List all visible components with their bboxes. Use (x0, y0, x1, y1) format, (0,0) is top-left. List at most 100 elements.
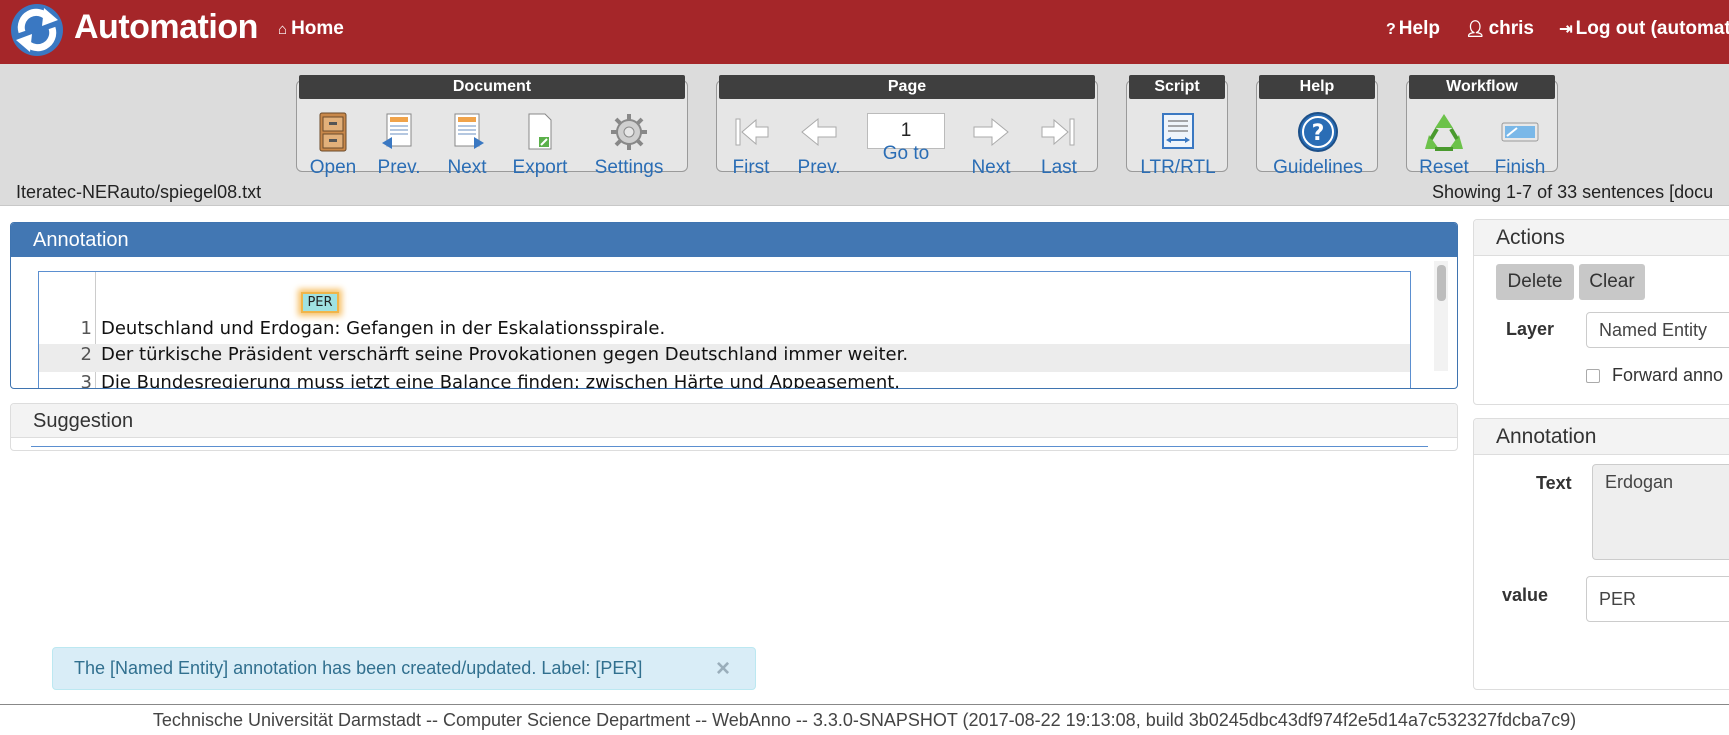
open-button[interactable]: Open (307, 111, 359, 179)
finish-icon (1501, 122, 1539, 142)
annotation-scrollbar[interactable] (1434, 261, 1448, 371)
footer: Technische Universität Darmstadt -- Comp… (0, 704, 1729, 735)
document-group-title: Document (299, 75, 685, 99)
workflow-group-title: Workflow (1409, 75, 1555, 99)
help-link[interactable]: ? Help (1386, 18, 1450, 39)
home-label: Home (291, 18, 344, 39)
reset-label: Reset (1419, 157, 1469, 178)
cabinet-icon (319, 112, 347, 152)
suggestion-panel-title: Suggestion (11, 404, 1457, 438)
gear-icon (611, 114, 647, 150)
suggestion-editor[interactable] (31, 446, 1428, 450)
ltr-rtl-label: LTR/RTL (1140, 157, 1216, 178)
export-icon (528, 113, 552, 150)
sentence-text: Deutschland und Erdogan: Gefangen in der… (101, 318, 666, 339)
delete-button[interactable]: Delete (1496, 264, 1574, 300)
scrollbar-thumb[interactable] (1437, 265, 1446, 301)
prev-document-label: Prev. (377, 157, 421, 178)
home-icon: ⌂ (278, 21, 288, 38)
user-links: ?Help 👤︎chris ⇥Log out (automatica (1386, 18, 1729, 40)
first-page-icon (735, 118, 769, 146)
annotation-panel-title: Annotation (11, 223, 1457, 257)
forward-annotation-checkbox[interactable] (1586, 369, 1600, 383)
sentence-row[interactable]: 3 Die Bundesregierung muss jetzt eine Ba… (39, 372, 1410, 389)
prev-document-button[interactable]: Prev. (373, 111, 425, 179)
page-group-title: Page (719, 75, 1095, 99)
recycle-icon (1425, 114, 1463, 151)
text-label: Text (1536, 473, 1572, 493)
annotation-text-field: Erdogan (1592, 464, 1729, 560)
right-arrow-icon (973, 117, 1009, 147)
open-label: Open (309, 157, 357, 178)
script-group-title: Script (1129, 75, 1225, 99)
page-group: Page First Prev. 1 Go to Next Last (716, 75, 1098, 178)
next-page-button[interactable]: Next (965, 111, 1017, 179)
first-page-button[interactable]: First (725, 111, 777, 179)
left-arrow-icon (801, 117, 837, 147)
sentence-row[interactable]: 1 Deutschland und Erdogan: Gefangen in d… (39, 318, 1410, 346)
export-label: Export (512, 157, 568, 178)
guidelines-label: Guidelines (1273, 157, 1363, 178)
document-group: Document Open Prev. Next Export Settings (296, 75, 688, 178)
last-page-icon (1041, 118, 1075, 146)
close-icon[interactable]: × (716, 648, 730, 689)
ltr-rtl-button[interactable]: LTR/RTL (1135, 111, 1221, 179)
first-page-label: First (732, 157, 770, 178)
top-navbar: Automation ⌂ Home ? Help 👤︎ chris ⇥ Log out … (0, 0, 1729, 64)
per-annotation-label[interactable]: PER (301, 292, 339, 313)
alert-message: The [Named Entity] annotation has been c… (74, 658, 643, 678)
annotation-detail-panel: Annotation Text Erdogan value PER (1473, 418, 1729, 690)
help-group-title: Help (1259, 75, 1375, 99)
sentence-number: 1 (80, 318, 92, 339)
value-input[interactable]: PER (1586, 576, 1729, 622)
sentence-text: Der türkische Präsident verschärft seine… (101, 344, 909, 365)
reset-button[interactable]: Reset (1413, 111, 1475, 179)
user-icon: 👤︎ (1465, 21, 1486, 38)
workflow-group: Workflow Reset Finish (1406, 75, 1558, 178)
actions-panel-title: Actions (1474, 220, 1729, 256)
logout-label: Log out (automatica (1575, 18, 1729, 39)
question-circle-icon: ? (1386, 21, 1396, 38)
script-group: Script LTR/RTL (1126, 75, 1228, 178)
sentence-row[interactable]: 2 Der türkische Präsident verschärft sei… (39, 344, 1410, 372)
toolbar: Document Open Prev. Next Export Settings… (0, 64, 1729, 206)
export-button[interactable]: Export (509, 111, 571, 179)
next-page-label: Next (971, 157, 1011, 178)
settings-label: Settings (594, 157, 664, 178)
annotation-editor[interactable]: PER 1 Deutschland und Erdogan: Gefangen … (38, 271, 1411, 389)
settings-button[interactable]: Settings (587, 111, 671, 179)
finish-button[interactable]: Finish (1489, 111, 1551, 179)
guidelines-button[interactable]: ? Guidelines (1265, 111, 1371, 179)
home-link[interactable]: ⌂ Home (278, 18, 344, 40)
value-label: value (1502, 585, 1549, 605)
sentence-range: Showing 1-7 of 33 sentences [docu (1432, 182, 1714, 202)
last-page-label: Last (1041, 157, 1077, 178)
text-direction-icon (1162, 113, 1194, 149)
actions-panel: Actions Delete Clear Layer Named Entity … (1473, 219, 1729, 405)
help-label: Help (1398, 18, 1440, 39)
goto-label: Go to (882, 143, 930, 164)
annotation-panel: Annotation PER 1 Deutschland und Erdogan… (10, 222, 1458, 389)
user-link[interactable]: 👤︎ chris (1465, 18, 1544, 39)
sentence-text: Die Bundesregierung muss jetzt eine Bala… (101, 372, 901, 389)
question-icon: ? (1298, 112, 1338, 152)
user-label: chris (1488, 18, 1534, 39)
next-document-label: Next (447, 157, 487, 178)
logout-link[interactable]: ⇥Log out (automatica (1559, 18, 1729, 39)
logout-icon: ⇥ (1559, 21, 1573, 38)
layer-select[interactable]: Named Entity (1586, 312, 1729, 348)
finish-label: Finish (1494, 157, 1546, 178)
next-document-button[interactable]: Next (441, 111, 493, 179)
goto-page-button[interactable]: Go to (877, 143, 935, 165)
prev-page-button[interactable]: Prev. (793, 111, 845, 179)
document-path: Iteratec-NERauto/spiegel08.txt (16, 182, 262, 202)
prev-document-icon (382, 113, 412, 149)
clear-button[interactable]: Clear (1579, 264, 1645, 300)
layer-label: Layer (1506, 319, 1555, 339)
feedback-alert: The [Named Entity] annotation has been c… (52, 647, 756, 690)
help-group: Help ? Guidelines (1256, 75, 1378, 178)
annotation-detail-title: Annotation (1474, 419, 1729, 455)
last-page-button[interactable]: Last (1033, 111, 1085, 179)
app-title: Automation (74, 8, 258, 46)
automation-logo-icon[interactable] (8, 2, 66, 58)
